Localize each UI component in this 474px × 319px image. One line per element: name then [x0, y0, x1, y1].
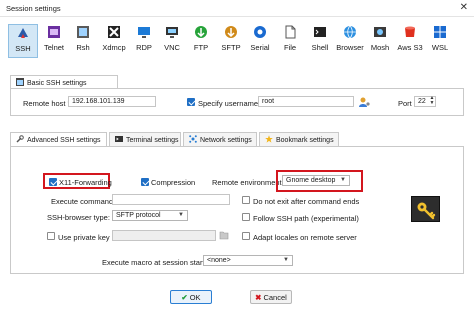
execute-command-label: Execute command:: [51, 197, 116, 206]
aws-s3-icon: [405, 26, 415, 37]
specify-username-checkbox[interactable]: [187, 98, 195, 106]
do-not-exit-checkbox[interactable]: [242, 196, 250, 204]
chevron-down-icon: ▼: [283, 257, 289, 263]
title-bar: Session settings ✕: [0, 0, 474, 17]
tab-basic-ssh-settings[interactable]: Basic SSH settings: [10, 75, 118, 89]
ok-check-icon: ✔: [181, 293, 188, 302]
window-title: Session settings: [6, 4, 61, 13]
shell-icon: [314, 27, 326, 37]
protocol-telnet[interactable]: Telnet: [39, 24, 69, 58]
tab-terminal-settings[interactable]: Terminal settings: [109, 132, 181, 146]
cancel-button[interactable]: ✖ Cancel: [250, 290, 292, 304]
ssh-browser-type-label: SSH-browser type:: [47, 213, 110, 222]
browser-icon: [344, 25, 356, 39]
protocol-wsl[interactable]: WSL: [425, 24, 455, 58]
use-private-key-checkbox[interactable]: [47, 232, 55, 240]
protocol-shell[interactable]: Shell: [305, 24, 335, 58]
remote-environment-select[interactable]: Gnome desktop ▼: [282, 175, 350, 186]
rsh-icon: [77, 26, 89, 38]
protocol-file[interactable]: File: [275, 24, 305, 58]
protocol-rsh[interactable]: Rsh: [68, 24, 98, 58]
adapt-locales-label: Adapt locales on remote server: [253, 233, 357, 242]
wsl-icon: [434, 26, 446, 38]
ftp-icon: [195, 26, 207, 38]
protocol-serial[interactable]: Serial: [245, 24, 275, 58]
protocol-sftp[interactable]: SFTP: [216, 24, 246, 58]
user-manager-icon[interactable]: [358, 96, 370, 108]
browse-file-icon[interactable]: [219, 230, 229, 240]
protocol-mosh[interactable]: Mosh: [365, 24, 395, 58]
protocol-vnc[interactable]: VNC: [157, 24, 187, 58]
sftp-icon: [225, 26, 237, 38]
x11-forwarding-label: X11-Forwarding: [59, 178, 112, 187]
terminal-small-icon: [16, 78, 24, 86]
specify-username-label: Specify username: [198, 99, 259, 108]
serial-icon: [254, 26, 266, 38]
protocol-rdp[interactable]: RDP: [129, 24, 159, 58]
rdp-icon: [138, 27, 150, 38]
mosh-icon: [374, 27, 386, 37]
file-icon: [285, 25, 296, 39]
port-spinner[interactable]: ▲ ▼: [428, 96, 436, 107]
port-label: Port: [398, 99, 412, 108]
star-icon: [265, 135, 273, 143]
protocol-ftp[interactable]: FTP: [186, 24, 216, 58]
remote-host-label: Remote host *: [23, 99, 71, 108]
port-value: 22: [418, 98, 426, 105]
key-icon-box: [411, 196, 440, 222]
chevron-down-icon: ▼: [178, 212, 184, 218]
username-input[interactable]: root: [258, 96, 354, 107]
tab-bookmark-settings[interactable]: Bookmark settings: [259, 132, 339, 146]
ssh-icon: [18, 28, 28, 38]
compression-label: Compression: [151, 178, 196, 187]
execute-macro-label: Execute macro at session start:: [102, 258, 207, 267]
wrench-icon: [16, 135, 24, 143]
vnc-icon: [166, 27, 178, 38]
protocol-aws-s3[interactable]: Aws S3: [395, 24, 425, 58]
remote-environment-label: Remote environment:: [212, 178, 284, 187]
key-icon: [417, 202, 436, 220]
chevron-down-icon: ▼: [340, 177, 346, 183]
xdmcp-icon: [108, 26, 120, 38]
protocol-browser[interactable]: Browser: [335, 24, 365, 58]
ssh-browser-type-select[interactable]: SFTP protocol ▼: [112, 210, 188, 221]
follow-ssh-path-label: Follow SSH path (experimental): [253, 214, 359, 223]
ok-button[interactable]: ✔ OK: [170, 290, 212, 304]
tab-network-settings[interactable]: Network settings: [183, 132, 257, 146]
follow-ssh-path-checkbox[interactable]: [242, 213, 250, 221]
use-private-key-label: Use private key: [58, 233, 110, 242]
remote-host-input[interactable]: 192.168.101.139: [68, 96, 156, 107]
private-key-input[interactable]: [112, 230, 216, 241]
compression-checkbox[interactable]: [141, 178, 149, 186]
do-not-exit-label: Do not exit after command ends: [253, 197, 360, 206]
network-icon: [189, 135, 197, 143]
cancel-x-icon: ✖: [255, 293, 262, 302]
close-icon[interactable]: ✕: [460, 2, 468, 13]
execute-macro-select[interactable]: <none> ▼: [203, 255, 293, 266]
x11-forwarding-checkbox[interactable]: [49, 178, 57, 186]
tab-advanced-ssh-settings[interactable]: Advanced SSH settings: [10, 132, 107, 146]
telnet-icon: [48, 26, 60, 38]
adapt-locales-checkbox[interactable]: [242, 232, 250, 240]
protocol-ssh[interactable]: SSH: [8, 24, 38, 58]
terminal-icon: [115, 136, 123, 142]
execute-command-input[interactable]: [112, 194, 230, 205]
protocol-xdmcp[interactable]: Xdmcp: [99, 24, 129, 58]
